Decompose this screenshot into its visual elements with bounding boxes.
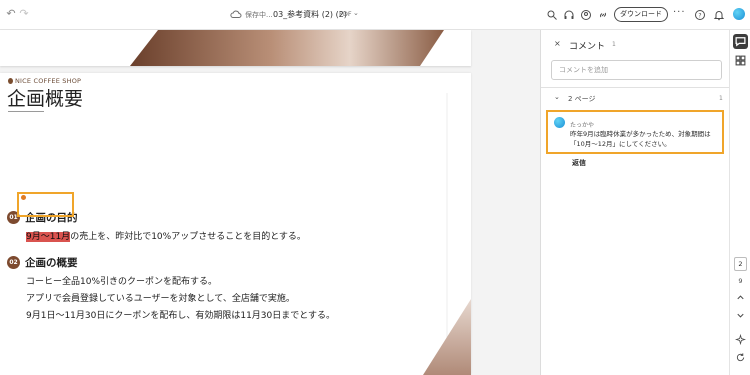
thumbnails-button[interactable] xyxy=(733,53,748,68)
comment-count: 1 xyxy=(612,41,616,48)
search-icon[interactable] xyxy=(546,9,558,21)
divider xyxy=(541,87,730,88)
chevron-up-icon[interactable] xyxy=(735,292,746,303)
comment-author: たっかや xyxy=(570,122,595,129)
section-number-badge: 02 xyxy=(7,256,20,269)
coffee-photo-strip xyxy=(130,30,444,66)
comment-card[interactable]: たっかや 昨年9月は臨時休業が多かったため、対象期間は「10月～12月」にしてく… xyxy=(546,110,724,154)
comment-icon xyxy=(735,37,746,47)
slide-title: 企画概要 xyxy=(7,88,84,110)
panel-title: コメント xyxy=(569,42,606,52)
avatar xyxy=(554,117,565,128)
user-avatar[interactable] xyxy=(733,8,745,20)
svg-text:?: ? xyxy=(698,12,701,19)
page-1-bottom xyxy=(0,30,471,66)
sparkle-icon[interactable] xyxy=(735,334,746,345)
chevron-down-icon[interactable]: ⌄ xyxy=(554,93,560,101)
chevron-down-icon[interactable]: ⌄ xyxy=(353,9,359,17)
redo-icon[interactable]: ↷ xyxy=(18,8,30,20)
undo-icon[interactable]: ↶ xyxy=(5,8,17,20)
comments-panel: × コメント 1 コメントを追加 ⌄ 2 ページ 1 たっかや 昨年9月は臨時休… xyxy=(540,30,730,375)
comment-marker-icon[interactable] xyxy=(21,195,26,200)
comments-toggle-button[interactable] xyxy=(733,34,748,49)
right-rail: 2 9 xyxy=(729,30,750,375)
bell-icon[interactable] xyxy=(713,9,725,21)
headphones-icon[interactable] xyxy=(563,9,575,21)
save-status: 保存中... xyxy=(245,11,273,19)
page-group-count: 1 xyxy=(719,95,723,102)
refresh-icon[interactable] xyxy=(735,352,746,363)
top-toolbar: ↶ ↷ 保存中... 03_参考資料 (2) (2) PDF ⌄ ダウンロード … xyxy=(0,0,750,30)
overview-line: アプリで会員登録しているユーザーを対象として、全店舗で実施。 xyxy=(26,294,295,304)
download-button[interactable]: ダウンロード xyxy=(614,7,668,22)
chevron-down-icon[interactable] xyxy=(735,310,746,321)
cloud-sync-icon xyxy=(230,10,242,18)
overview-line: 9月1日～11月30日にクーポンを配布し、有効期限は11月30日までとする。 xyxy=(26,311,335,321)
share-user-icon[interactable] xyxy=(580,9,592,21)
page-group-label[interactable]: 2 ページ xyxy=(568,94,596,104)
document-title[interactable]: 03_参考資料 (2) (2) xyxy=(273,9,347,20)
add-comment-input[interactable]: コメントを追加 xyxy=(551,60,722,80)
overview-line: コーヒー全品10%引きのクーポンを配布する。 xyxy=(26,277,218,287)
grid-icon xyxy=(735,55,746,66)
highlighted-text[interactable]: 9月～11月 xyxy=(26,232,71,242)
title-underline xyxy=(8,111,44,112)
total-pages: 9 xyxy=(738,277,743,285)
help-icon[interactable]: ? xyxy=(694,9,706,21)
reply-button[interactable]: 返信 xyxy=(572,158,586,168)
purpose-text: 9月～11月の売上を、昨対比で10%アップさせることを目的とする。 xyxy=(26,232,306,242)
comment-text: 昨年9月は臨時休業が多かったため、対象期間は「10月～12月」にしてください。 xyxy=(570,130,711,148)
link-icon[interactable] xyxy=(597,9,609,21)
document-type: PDF xyxy=(339,10,352,18)
close-icon[interactable]: × xyxy=(554,39,561,48)
more-options-icon[interactable]: ··· xyxy=(673,7,686,18)
section-heading-overview: 企画の概要 xyxy=(25,257,78,269)
current-page-input[interactable]: 2 xyxy=(734,257,747,271)
